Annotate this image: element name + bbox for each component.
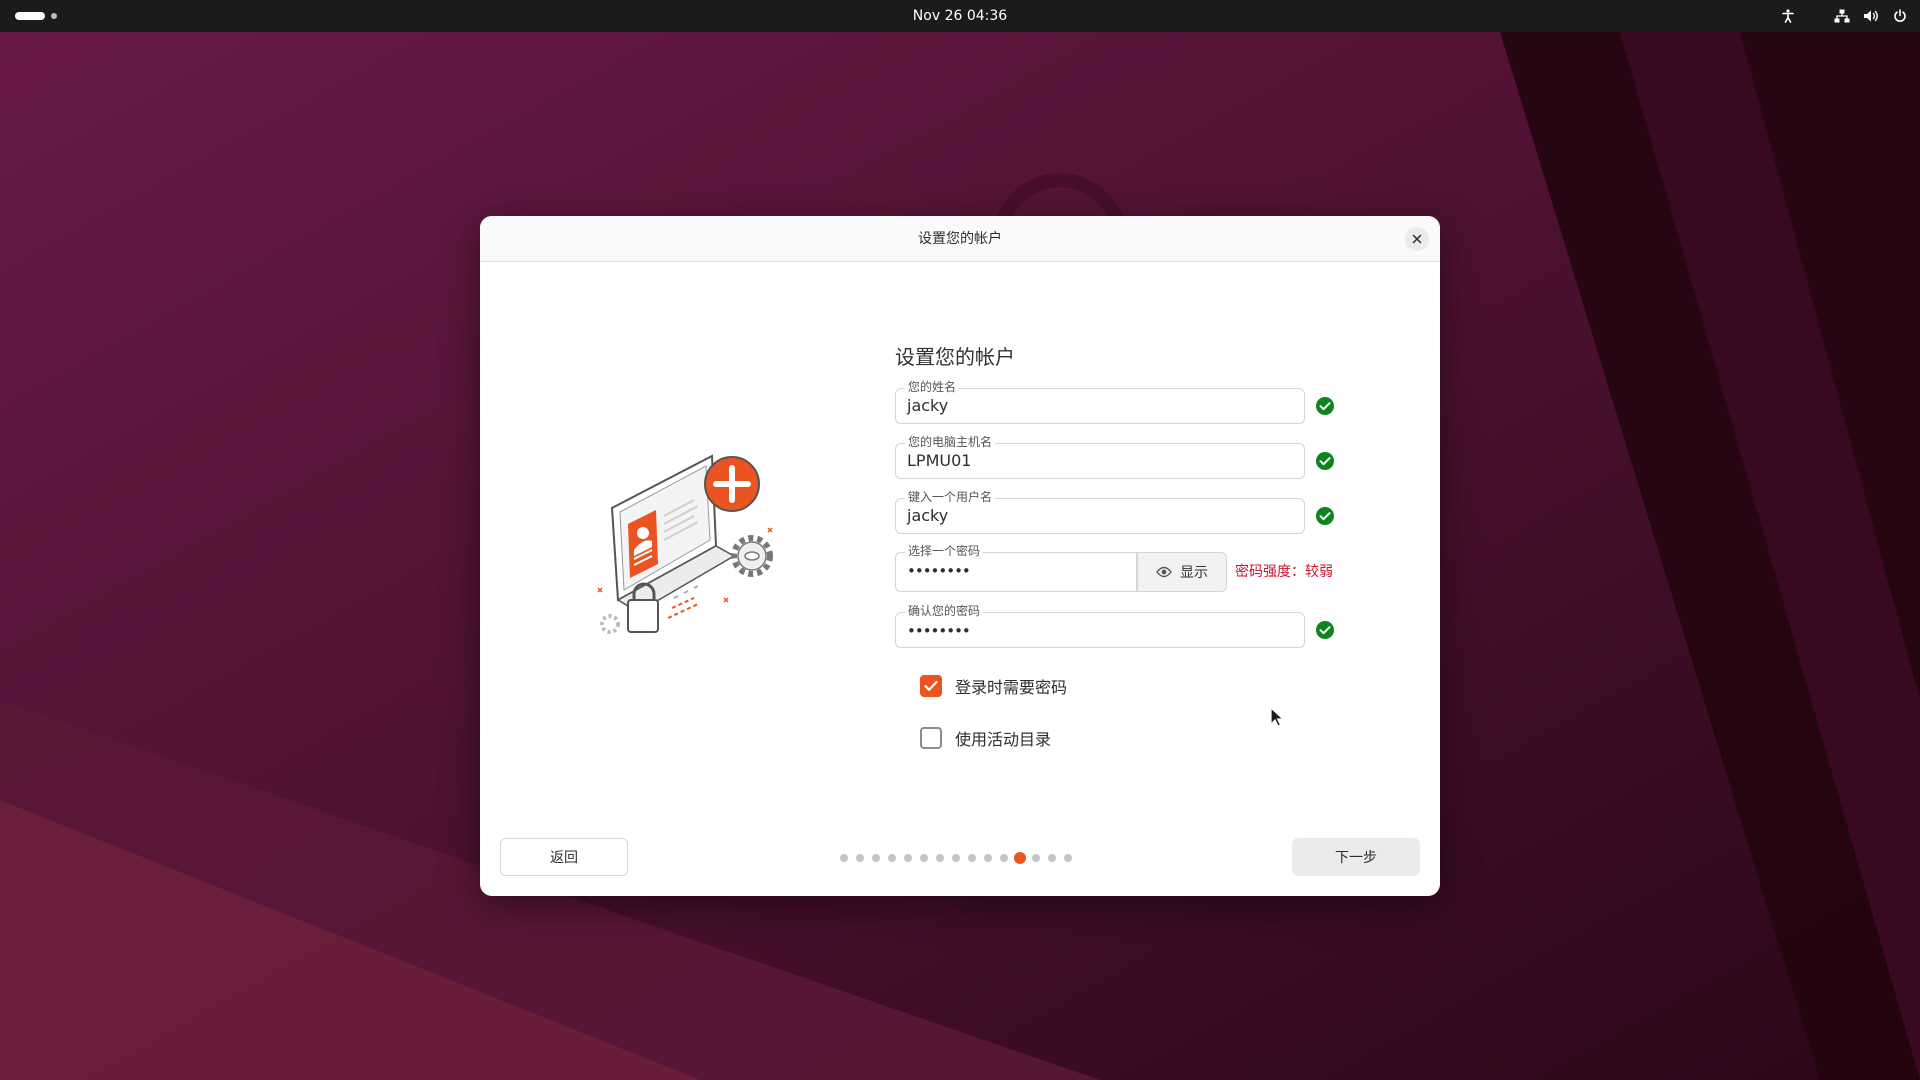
system-tray[interactable] — [1778, 6, 1910, 26]
step-dot — [1048, 854, 1056, 862]
step-dot — [1000, 854, 1008, 862]
checkbox-unchecked[interactable] — [920, 727, 942, 749]
step-dot — [1032, 854, 1040, 862]
step-dot — [856, 854, 864, 862]
hostname-field-value: LPMU01 — [907, 451, 972, 470]
step-dot — [872, 854, 880, 862]
hostname-field-label: 您的电脑主机名 — [905, 434, 996, 450]
name-field[interactable]: 您的姓名 jacky — [895, 379, 1305, 424]
accessibility-icon[interactable] — [1778, 6, 1798, 26]
page-heading: 设置您的帐户 — [895, 345, 1015, 369]
workspace-pill — [15, 12, 45, 20]
active-directory-checkbox[interactable]: 使用活动目录 — [920, 727, 1051, 749]
volume-icon[interactable] — [1861, 6, 1881, 26]
step-dot — [984, 854, 992, 862]
back-button[interactable]: 返回 — [500, 838, 628, 876]
account-illustration — [597, 454, 773, 634]
username-field-value: jacky — [907, 506, 949, 525]
step-dot — [936, 854, 944, 862]
hostname-valid-check-icon — [1316, 452, 1334, 470]
username-field[interactable]: 键入一个用户名 jacky — [895, 489, 1305, 534]
password-field[interactable]: 选择一个密码 •••••••• — [895, 543, 1137, 592]
close-icon — [1412, 234, 1422, 244]
password-field-value: •••••••• — [907, 562, 971, 580]
checkbox-checked[interactable] — [920, 675, 942, 697]
username-field-label: 键入一个用户名 — [905, 489, 996, 505]
hostname-field[interactable]: 您的电脑主机名 LPMU01 — [895, 434, 1305, 479]
close-button[interactable] — [1405, 227, 1429, 251]
step-dot — [840, 854, 848, 862]
active-directory-label: 使用活动目录 — [955, 730, 1052, 749]
top-bar: Nov 26 04:36 — [0, 0, 1920, 32]
step-dot — [888, 854, 896, 862]
name-field-value: jacky — [907, 396, 949, 415]
confirm-password-label: 确认您的密码 — [905, 603, 984, 619]
step-dot — [904, 854, 912, 862]
confirm-password-value: •••••••• — [907, 622, 971, 640]
eye-icon — [1156, 566, 1172, 578]
check-icon — [924, 680, 938, 691]
step-dot — [920, 854, 928, 862]
workspace-dot — [51, 13, 57, 19]
step-dot — [1064, 854, 1072, 862]
dialog-titlebar[interactable]: 设置您的帐户 — [480, 216, 1440, 262]
setup-account-dialog: 设置您的帐户 设置您的帐户 您的姓名 jacky 您的电脑主机名 LPMU01 … — [480, 216, 1440, 896]
clock-area: Nov 26 04:36 — [0, 0, 1920, 32]
show-password-label: 显示 — [1180, 565, 1208, 581]
next-button[interactable]: 下一步 — [1292, 838, 1420, 876]
step-indicator — [840, 852, 1080, 864]
step-dot — [968, 854, 976, 862]
password-field-label: 选择一个密码 — [905, 543, 984, 559]
require-password-checkbox[interactable]: 登录时需要密码 — [920, 675, 1067, 697]
name-field-label: 您的姓名 — [905, 379, 960, 395]
name-valid-check-icon — [1316, 397, 1334, 415]
clock[interactable]: Nov 26 04:36 — [913, 8, 1007, 24]
confirm-password-field[interactable]: 确认您的密码 •••••••• — [895, 603, 1305, 648]
next-button-label: 下一步 — [1335, 850, 1377, 866]
show-password-button[interactable]: 显示 — [1137, 552, 1227, 592]
step-dot-current — [1014, 852, 1026, 864]
network-icon[interactable] — [1832, 6, 1852, 26]
username-valid-check-icon — [1316, 507, 1334, 525]
require-password-label: 登录时需要密码 — [955, 678, 1068, 697]
confirm-valid-check-icon — [1316, 621, 1334, 639]
password-strength: 密码强度：较弱 — [1235, 564, 1333, 580]
mouse-cursor-icon — [1270, 707, 1284, 727]
power-icon[interactable] — [1890, 6, 1910, 26]
back-button-label: 返回 — [550, 850, 578, 866]
dialog-title: 设置您的帐户 — [918, 231, 1002, 247]
step-dot — [952, 854, 960, 862]
